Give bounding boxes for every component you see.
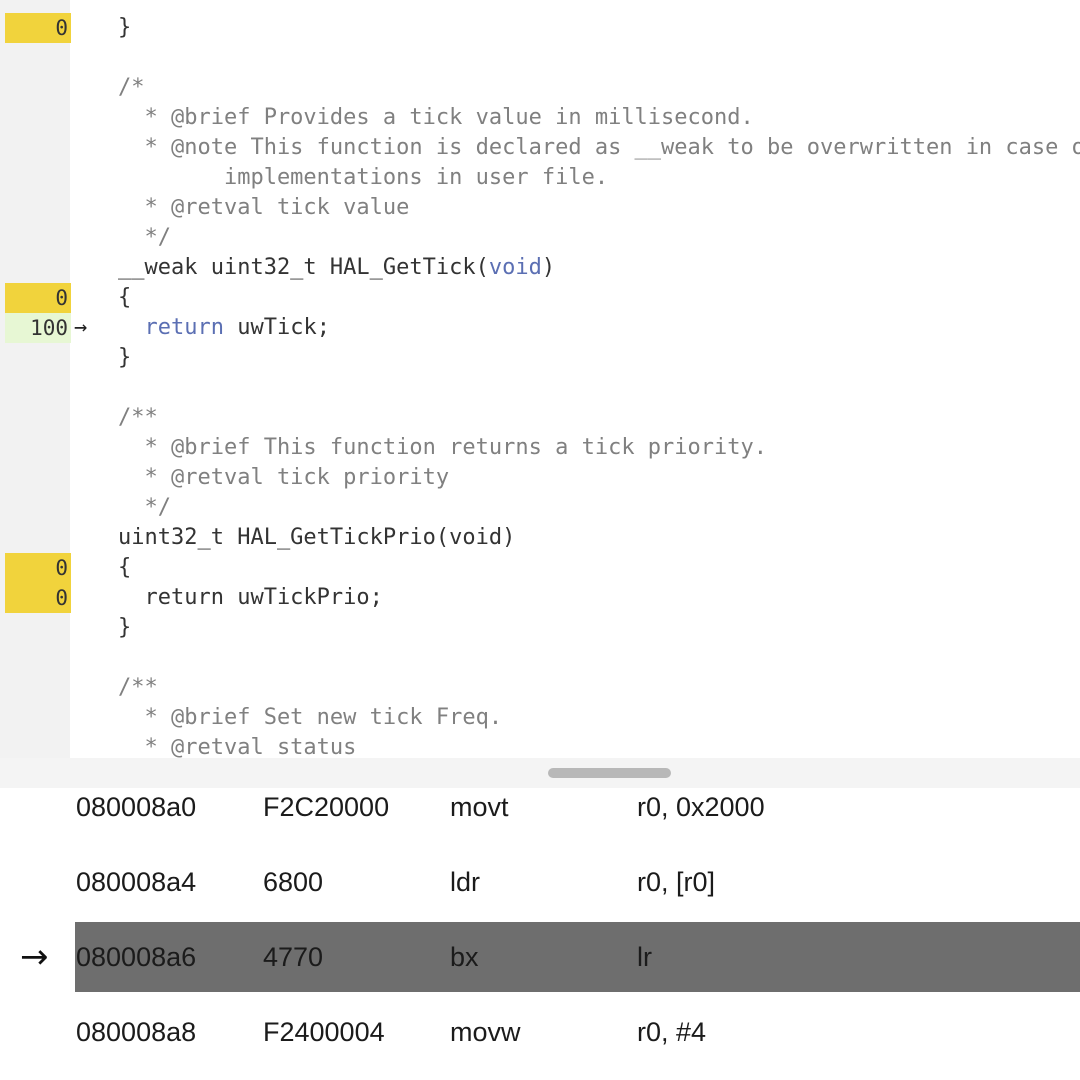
code-comment: * @brief Provides a tick value in millis… [118, 105, 754, 130]
code-statement: } [118, 345, 132, 370]
code-line: 0{ [0, 283, 1080, 313]
code-comment: * @note This function is declared as __w… [118, 135, 1080, 160]
instruction-operands: r0, [r0] [637, 867, 716, 897]
code-line: /** [0, 673, 1080, 703]
code-comment: */ [118, 495, 171, 520]
code-line: */ [0, 493, 1080, 523]
code-line: 0{ [0, 553, 1080, 583]
code-statement: uint32_t HAL_GetTickPrio(void) [118, 525, 516, 550]
instruction-address: 080008a0 [76, 792, 197, 822]
code-line: 100 → return uwTick; [0, 313, 1080, 343]
instruction-mnemonic: movt [450, 792, 509, 822]
code-comment: /* [118, 75, 145, 100]
execution-count: 0 [5, 283, 71, 313]
code-line: } [0, 343, 1080, 373]
code-statement: } [118, 15, 132, 40]
code-comment: * @brief Set new tick Freq. [118, 705, 503, 730]
instruction-address: 080008a8 [76, 1017, 197, 1047]
code-line: * @retval status [0, 733, 1080, 758]
code-line: uint32_t HAL_GetTickPrio(void) [0, 523, 1080, 553]
code-keyword: void [488, 255, 542, 280]
code-statement: { [118, 555, 132, 580]
instruction-opcode: 6800 [263, 867, 324, 897]
code-line: } [0, 613, 1080, 643]
code-line: * @retval tick value [0, 193, 1080, 223]
code-line: /* [0, 73, 1080, 103]
instruction-mnemonic: bx [450, 942, 479, 972]
code-comment: * @retval status [118, 735, 357, 758]
code-line: * @retval tick priority [0, 463, 1080, 493]
execution-count: 0 [5, 13, 71, 43]
code-line: * @brief This function returns a tick pr… [0, 433, 1080, 463]
instruction-opcode: F2C20000 [263, 792, 390, 822]
disassembly-row[interactable]: 080008a0 F2C20000 movt r0, 0x2000 [0, 788, 1080, 842]
code-comment: * @retval tick value [118, 195, 410, 220]
code-line: implementations in user file. [0, 163, 1080, 193]
code-statement: { [118, 285, 132, 310]
code-statement: return uwTick; [144, 315, 330, 340]
execution-count: 0 [5, 583, 71, 613]
current-instruction-arrow-icon: → [20, 937, 49, 977]
code-line: 0 return uwTickPrio; [0, 583, 1080, 613]
current-instruction-highlight [75, 922, 1080, 992]
instruction-address: 080008a4 [76, 867, 197, 897]
current-line-arrow-icon: → [74, 315, 88, 340]
splitter-handle[interactable] [548, 768, 671, 778]
code-line: 0} [0, 13, 1080, 43]
code-line: /** [0, 403, 1080, 433]
code-statement: return uwTickPrio; [118, 585, 383, 610]
instruction-address: 080008a6 [76, 942, 197, 972]
code-keyword: return [144, 315, 224, 340]
disassembly-row[interactable]: 080008a8 F2400004 movw r0, #4 [0, 997, 1080, 1067]
instruction-mnemonic: movw [450, 1017, 521, 1047]
instruction-opcode: F2400004 [263, 1017, 385, 1047]
instruction-opcode: 4770 [263, 942, 324, 972]
code-line: */ [0, 223, 1080, 253]
code-comment: /** [118, 405, 158, 430]
source-editor[interactable]: 0} /* * @brief Provides a tick value in m… [0, 0, 1080, 758]
instruction-operands: lr [637, 942, 652, 972]
execution-count: 0 [5, 553, 71, 583]
code-statement: } [118, 615, 132, 640]
code-line: __weak uint32_t HAL_GetTick(void) [0, 253, 1080, 283]
disassembly-row-current[interactable]: → 080008a6 4770 bx lr [0, 922, 1080, 992]
execution-count: 100 [5, 313, 71, 343]
code-comment: * @brief This function returns a tick pr… [118, 435, 768, 460]
code-comment: implementations in user file. [118, 165, 609, 190]
disassembly-row[interactable]: 080008a4 6800 ldr r0, [r0] [0, 847, 1080, 917]
code-statement: __weak uint32_t HAL_GetTick(void) [118, 255, 556, 280]
code-comment: */ [118, 225, 171, 250]
code-comment: /** [118, 675, 158, 700]
instruction-operands: r0, #4 [637, 1017, 707, 1047]
pane-splitter[interactable] [0, 758, 1080, 788]
instruction-mnemonic: ldr [450, 867, 481, 897]
code-line: * @note This function is declared as __w… [0, 133, 1080, 163]
disassembly-view[interactable]: 080008a0 F2C20000 movt r0, 0x2000 080008a4 68… [0, 788, 1080, 1080]
code-line: * @brief Provides a tick value in millis… [0, 103, 1080, 133]
instruction-operands: r0, 0x2000 [637, 792, 765, 822]
code-line: * @brief Set new tick Freq. [0, 703, 1080, 733]
code-comment: * @retval tick priority [118, 465, 450, 490]
